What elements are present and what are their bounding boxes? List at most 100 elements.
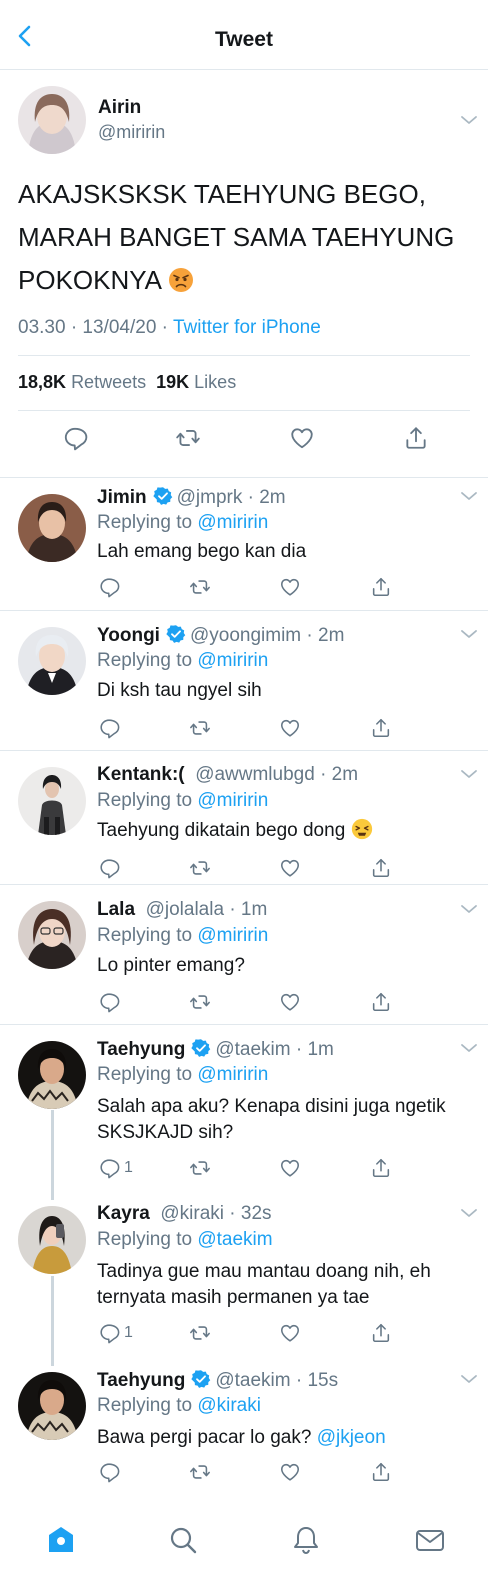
- reply-header: Kentank:( @awwmlubgd · 2m: [97, 764, 358, 786]
- retweet-icon[interactable]: [189, 576, 211, 598]
- author-handle[interactable]: @taekim · 1m: [215, 1039, 334, 1060]
- reply-icon[interactable]: [98, 857, 120, 879]
- retweet-icon[interactable]: [175, 425, 201, 451]
- author-handle[interactable]: @kiraki · 32s: [160, 1203, 271, 1224]
- retweet-icon[interactable]: [189, 1461, 211, 1483]
- reply-tweet[interactable]: Yoongi @yoongimim · 2m Replying to @mirir…: [0, 611, 488, 751]
- messages-envelope-icon[interactable]: [414, 1524, 446, 1556]
- reply-text-line: SKSJKAJD sih?: [97, 1122, 234, 1143]
- retweets-count[interactable]: 18,8K: [18, 372, 66, 392]
- reply-header: Yoongi @yoongimim · 2m: [97, 624, 344, 647]
- avatar[interactable]: [18, 767, 86, 835]
- chevron-down-icon[interactable]: [460, 628, 478, 640]
- reply-actions: [0, 991, 488, 1015]
- author-name[interactable]: Kentank:(: [97, 764, 185, 785]
- retweet-icon[interactable]: [189, 857, 211, 879]
- like-icon[interactable]: [279, 991, 301, 1013]
- share-icon[interactable]: [370, 991, 392, 1013]
- avatar[interactable]: [18, 1041, 86, 1109]
- reply-icon[interactable]: [98, 991, 120, 1013]
- reply-text: Tadinya gue mau mantau doang nih, eh tern…: [97, 1259, 477, 1311]
- share-icon[interactable]: [370, 717, 392, 739]
- notifications-bell-icon[interactable]: [290, 1524, 322, 1556]
- reply-header: Lala @jolalala · 1m: [97, 899, 267, 921]
- reply-tweet[interactable]: Taehyung @taekim · 1m Replying to @miriri…: [0, 1025, 488, 1190]
- like-icon[interactable]: [279, 1157, 301, 1179]
- reply-icon[interactable]: [98, 1322, 120, 1344]
- avatar[interactable]: [18, 627, 86, 695]
- chevron-down-icon[interactable]: [460, 1042, 478, 1054]
- avatar[interactable]: [18, 494, 86, 562]
- reply-icon[interactable]: [98, 1157, 120, 1179]
- retweets-label[interactable]: Retweets: [71, 372, 146, 392]
- avatar[interactable]: [18, 1206, 86, 1274]
- like-icon[interactable]: [289, 425, 315, 451]
- author-handle[interactable]: @jmprk · 2m: [177, 487, 286, 508]
- chevron-down-icon[interactable]: [460, 114, 478, 126]
- author-name[interactable]: Airin: [98, 97, 141, 119]
- page-title: Tweet: [215, 28, 273, 51]
- top-bar: Tweet: [0, 0, 488, 70]
- tweet-text-content: AKAJSKSKSK TAEHYUNG BEGO, MARAH BANGET S…: [18, 179, 455, 295]
- reply-tweet[interactable]: Kentank:( @awwmlubgd · 2m Replying to @m…: [0, 751, 488, 885]
- author-name[interactable]: Lala: [97, 899, 135, 920]
- reply-tweet[interactable]: Kayra @kiraki · 32s Replying to @taekim …: [0, 1190, 488, 1356]
- tweet-source-link[interactable]: Twitter for iPhone: [173, 317, 321, 338]
- avatar[interactable]: [18, 86, 86, 154]
- author-name[interactable]: Kayra: [97, 1203, 150, 1224]
- reply-icon[interactable]: [98, 1461, 120, 1483]
- author-name[interactable]: Yoongi: [97, 625, 160, 646]
- author-handle[interactable]: @miririn: [98, 122, 165, 143]
- like-icon[interactable]: [279, 576, 301, 598]
- likes-label[interactable]: Likes: [194, 372, 236, 392]
- reply-tweet[interactable]: Lala @jolalala · 1m Replying to @miririn…: [0, 885, 488, 1025]
- reply-icon[interactable]: [62, 425, 88, 451]
- share-icon[interactable]: [403, 425, 429, 451]
- reply-tweet[interactable]: Jimin @jmprk · 2m Replying to @miririn La…: [0, 478, 488, 611]
- author-handle[interactable]: @taekim · 15s: [215, 1370, 338, 1391]
- angry-face-emoji: [168, 268, 193, 292]
- search-icon[interactable]: [167, 1524, 199, 1556]
- home-icon[interactable]: [45, 1524, 77, 1556]
- author-handle[interactable]: @jolalala · 1m: [146, 899, 268, 920]
- like-icon[interactable]: [279, 1322, 301, 1344]
- author-name[interactable]: Taehyung: [97, 1370, 185, 1391]
- like-icon[interactable]: [279, 857, 301, 879]
- author-handle[interactable]: @awwmlubgd · 2m: [195, 764, 358, 785]
- mention-link[interactable]: @miririn: [197, 512, 268, 533]
- share-icon[interactable]: [370, 1157, 392, 1179]
- chevron-down-icon[interactable]: [460, 490, 478, 502]
- share-icon[interactable]: [370, 857, 392, 879]
- avatar[interactable]: [18, 901, 86, 969]
- like-icon[interactable]: [279, 1461, 301, 1483]
- replying-to: Replying to @taekim: [97, 1229, 273, 1251]
- mention-link[interactable]: @jkjeon: [317, 1427, 386, 1448]
- chevron-down-icon[interactable]: [460, 903, 478, 915]
- share-icon[interactable]: [370, 1322, 392, 1344]
- retweet-icon[interactable]: [189, 1322, 211, 1344]
- retweet-icon[interactable]: [189, 1157, 211, 1179]
- likes-count[interactable]: 19K: [156, 372, 189, 392]
- reply-icon[interactable]: [98, 717, 120, 739]
- reply-tweet[interactable]: Taehyung @taekim · 15s Replying to @kirak…: [0, 1356, 488, 1501]
- mention-link[interactable]: @miririn: [197, 925, 268, 946]
- mention-link[interactable]: @miririn: [197, 650, 268, 671]
- author-name[interactable]: Jimin: [97, 487, 147, 508]
- retweet-icon[interactable]: [189, 717, 211, 739]
- chevron-down-icon[interactable]: [460, 1373, 478, 1385]
- mention-link[interactable]: @miririn: [197, 1064, 268, 1085]
- author-handle[interactable]: @yoongimim · 2m: [190, 625, 344, 646]
- mention-link[interactable]: @taekim: [197, 1229, 272, 1250]
- retweet-icon[interactable]: [189, 991, 211, 1013]
- bottom-tab-bar: [0, 1504, 488, 1594]
- share-icon[interactable]: [370, 576, 392, 598]
- reply-icon[interactable]: [98, 576, 120, 598]
- avatar[interactable]: [18, 1372, 86, 1440]
- like-icon[interactable]: [279, 717, 301, 739]
- share-icon[interactable]: [370, 1461, 392, 1483]
- chevron-down-icon[interactable]: [460, 1207, 478, 1219]
- author-name[interactable]: Taehyung: [97, 1039, 185, 1060]
- mention-link[interactable]: @kiraki: [197, 1395, 261, 1416]
- chevron-down-icon[interactable]: [460, 768, 478, 780]
- mention-link[interactable]: @miririn: [197, 790, 268, 811]
